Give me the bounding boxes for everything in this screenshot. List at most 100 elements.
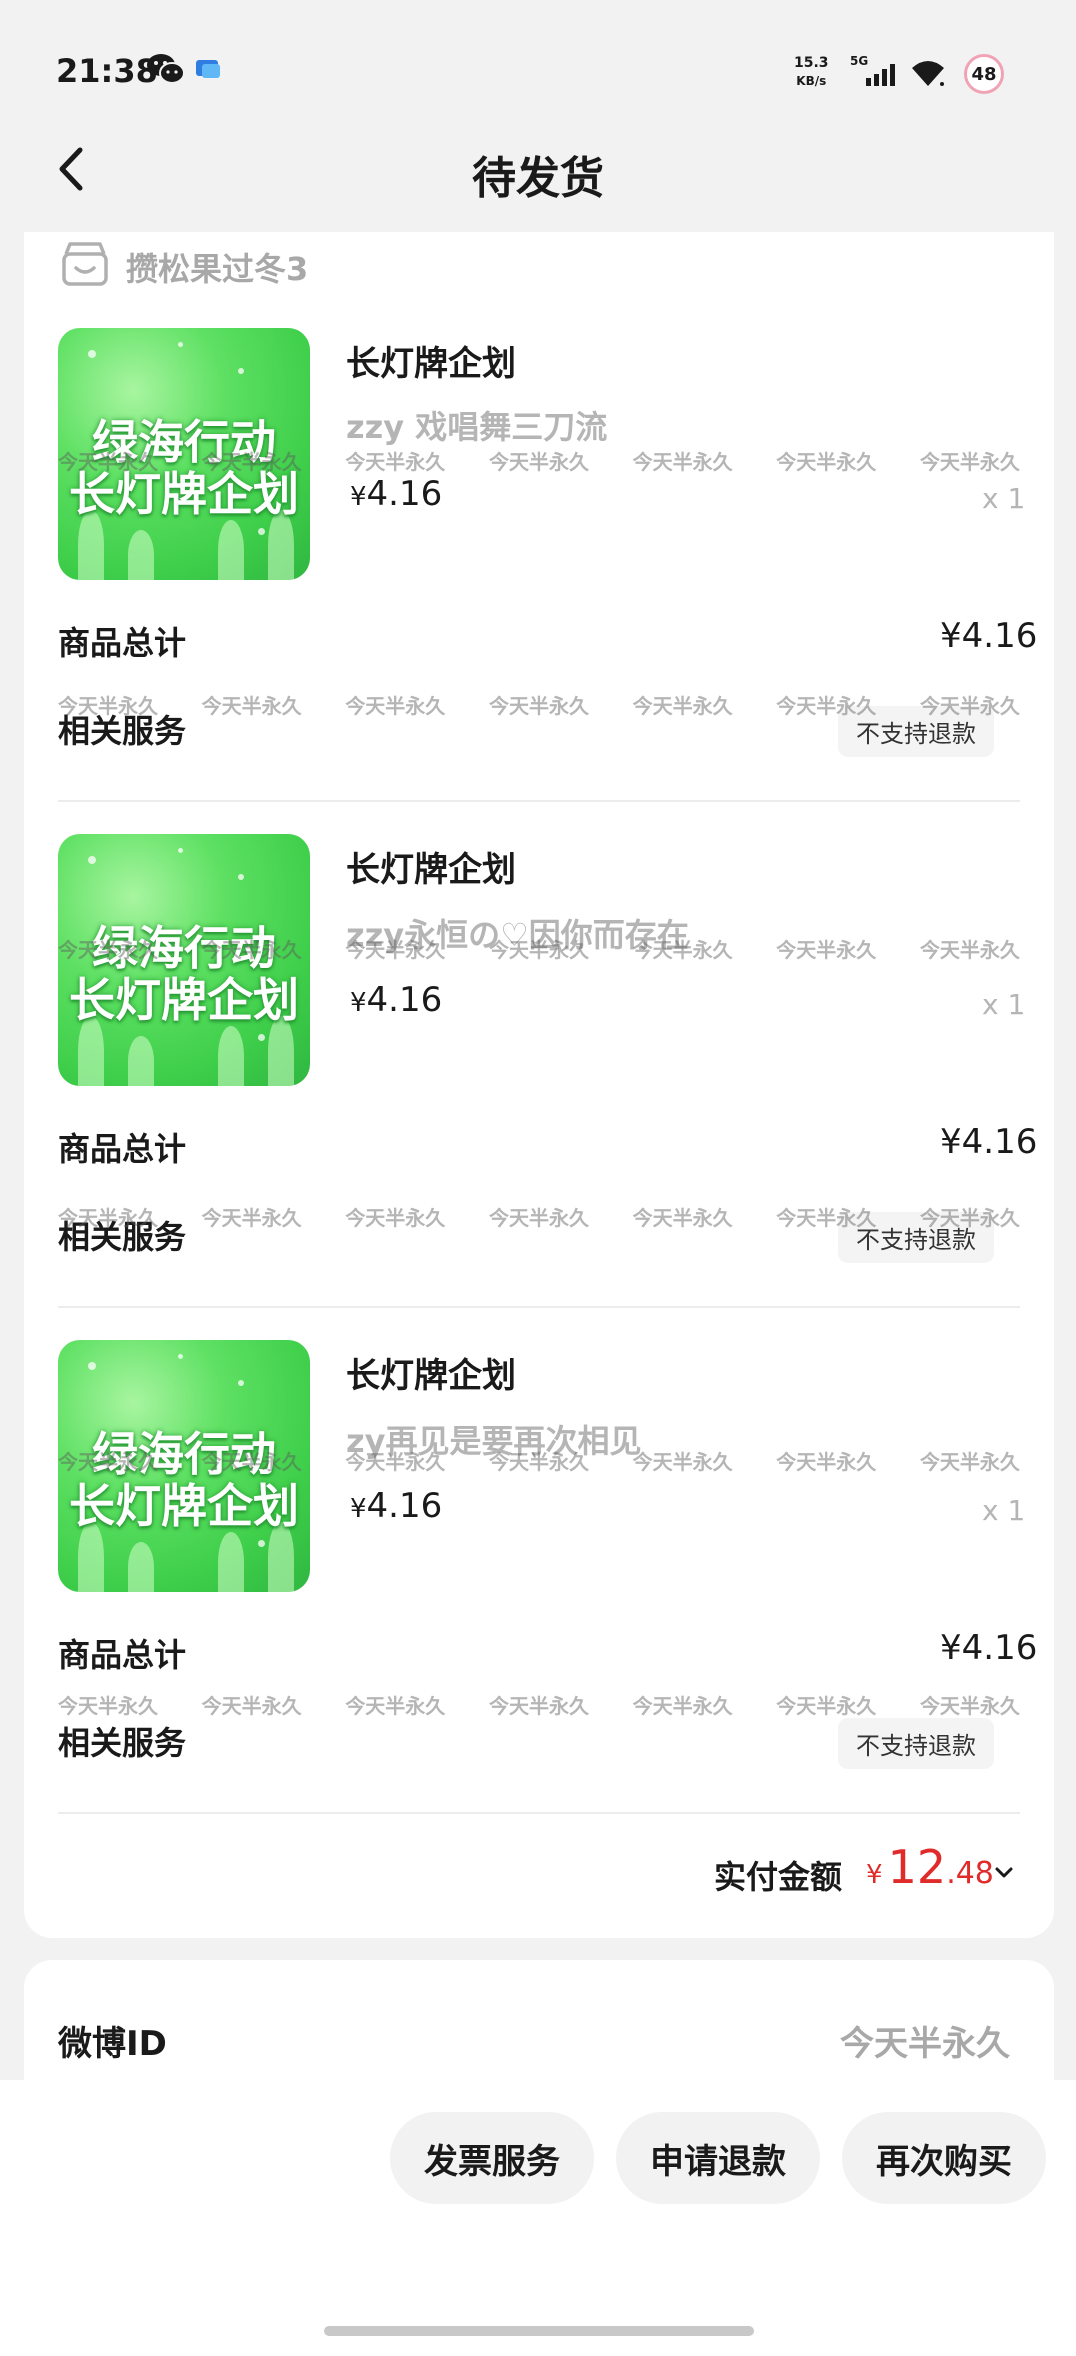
paid-currency: ¥: [866, 1860, 883, 1890]
subtotal-label: 商品总计: [58, 624, 187, 662]
divider: [58, 800, 1020, 802]
product-image-text: 长灯牌企划: [69, 1479, 299, 1533]
wifi-icon: [912, 61, 944, 86]
watermark-text: 今天半永久: [58, 694, 158, 718]
watermark-text: 今天半永久: [776, 1206, 877, 1230]
watermark-text: 今天半永久: [201, 1206, 302, 1230]
watermark-row: 今天半永久 今天半永久 今天半永久 今天半永久 今天半永久 今天半永久 今天半永久: [58, 1202, 1020, 1231]
watermark-text: 今天半永久: [345, 694, 446, 718]
price-symbol: ¥: [350, 1494, 367, 1524]
watermark-text: 今天半永久: [201, 1450, 302, 1474]
subtotal-label: 商品总计: [58, 1636, 187, 1674]
watermark-text: 今天半永久: [632, 1450, 733, 1474]
signal-icon: [866, 64, 895, 86]
network-speed-unit: KB/s: [796, 74, 827, 88]
watermark-text: 今天半永久: [58, 1694, 158, 1718]
watermark-text: 今天半永久: [345, 938, 446, 962]
watermark-text: 今天半永久: [776, 938, 877, 962]
battery-indicator: 48: [964, 54, 1004, 94]
weibo-id-label: 微博ID: [58, 2024, 167, 2064]
home-indicator[interactable]: [324, 2326, 754, 2336]
chevron-down-icon[interactable]: [994, 1866, 1014, 1880]
price-symbol: ¥: [350, 988, 367, 1018]
product-price: ¥4.16: [350, 980, 442, 1020]
product-price: ¥4.16: [350, 474, 442, 514]
watermark-text: 今天半永久: [201, 450, 302, 474]
watermark-text: 今天半永久: [632, 694, 733, 718]
watermark-text: 今天半永久: [488, 694, 589, 718]
watermark-text: 今天半永久: [488, 1450, 589, 1474]
subtotal-amount: ¥4.16: [940, 616, 1038, 656]
watermark-row: 今天半永久 今天半永久 今天半永久 今天半永久 今天半永久 今天半永久 今天半永久: [58, 446, 1020, 475]
watermark-text: 今天半永久: [345, 1450, 446, 1474]
watermark-text: 今天半永久: [488, 938, 589, 962]
paid-integer: 12: [887, 1840, 947, 1894]
watermark-row: 今天半永久 今天半永久 今天半永久 今天半永久 今天半永久 今天半永久 今天半永久: [58, 934, 1020, 963]
price-value: 4.16: [366, 980, 443, 1020]
service-tag: 不支持退款: [838, 1718, 994, 1769]
buy-again-button[interactable]: 再次购买: [842, 2112, 1046, 2204]
watermark-text: 今天半永久: [919, 1450, 1020, 1474]
product-quantity: x 1: [982, 482, 1026, 515]
watermark-text: 今天半永久: [919, 694, 1020, 718]
shop-name[interactable]: 攒松果过冬3: [126, 244, 308, 290]
weibo-id-value: 今天半永久: [840, 2024, 1010, 2064]
apply-refund-button[interactable]: 申请退款: [616, 2112, 820, 2204]
invoice-service-button[interactable]: 发票服务: [390, 2112, 594, 2204]
status-time: 21:38: [56, 52, 158, 90]
watermark-text: 今天半永久: [488, 450, 589, 474]
watermark-text: 今天半永久: [776, 694, 877, 718]
subtotal-amount: ¥4.16: [940, 1122, 1038, 1162]
product-price: ¥4.16: [350, 1486, 442, 1526]
product-title[interactable]: 长灯牌企划: [346, 842, 516, 891]
product-image-text: 长灯牌企划: [69, 973, 299, 1027]
subtotal-amount: ¥4.16: [940, 1628, 1038, 1668]
paid-decimal: .48: [946, 1856, 994, 1891]
watermark-row: 今天半永久 今天半永久 今天半永久 今天半永久 今天半永久 今天半永久 今天半永久: [58, 1446, 1020, 1475]
watermark-text: 今天半永久: [201, 1694, 302, 1718]
message-app-icon: [196, 60, 220, 78]
watermark-text: 今天半永久: [201, 694, 302, 718]
watermark-text: 今天半永久: [776, 1694, 877, 1718]
watermark-text: 今天半永久: [488, 1206, 589, 1230]
product-quantity: x 1: [982, 988, 1026, 1021]
watermark-text: 今天半永久: [58, 450, 158, 474]
store-icon: [62, 242, 108, 286]
product-title[interactable]: 长灯牌企划: [346, 1348, 516, 1397]
watermark-text: 今天半永久: [919, 1206, 1020, 1230]
watermark-text: 今天半永久: [201, 938, 302, 962]
wechat-icon: [147, 54, 185, 84]
watermark-text: 今天半永久: [488, 1694, 589, 1718]
product-title[interactable]: 长灯牌企划: [346, 336, 516, 385]
watermark-text: 今天半永久: [632, 938, 733, 962]
paid-amount-label: 实付金额: [714, 1858, 843, 1896]
watermark-text: 今天半永久: [919, 938, 1020, 962]
price-value: 4.16: [366, 474, 443, 514]
page-title: 待发货: [472, 153, 604, 204]
paid-amount: ¥ 12.48: [866, 1840, 994, 1894]
watermark-text: 今天半永久: [632, 1206, 733, 1230]
watermark-row: 今天半永久 今天半永久 今天半永久 今天半永久 今天半永久 今天半永久 今天半永久: [58, 1690, 1020, 1719]
watermark-text: 今天半永久: [58, 1450, 158, 1474]
network-speed-value: 15.3: [794, 55, 829, 71]
watermark-text: 今天半永久: [632, 450, 733, 474]
watermark-text: 今天半永久: [345, 1694, 446, 1718]
watermark-text: 今天半永久: [776, 1450, 877, 1474]
product-quantity: x 1: [982, 1494, 1026, 1527]
watermark-text: 今天半永久: [632, 1694, 733, 1718]
watermark-text: 今天半永久: [776, 450, 877, 474]
watermark-text: 今天半永久: [58, 938, 158, 962]
service-label: 相关服务: [58, 1724, 187, 1762]
product-sku: zzy 戏唱舞三刀流: [346, 408, 608, 446]
price-symbol: ¥: [350, 482, 367, 512]
watermark-text: 今天半永久: [58, 1206, 158, 1230]
watermark-text: 今天半永久: [919, 450, 1020, 474]
watermark-row: 今天半永久 今天半永久 今天半永久 今天半永久 今天半永久 今天半永久 今天半永久: [58, 690, 1020, 719]
divider: [58, 1812, 1020, 1814]
network-speed: 15.3 KB/s: [794, 54, 829, 90]
price-value: 4.16: [366, 1486, 443, 1526]
subtotal-label: 商品总计: [58, 1130, 187, 1168]
divider: [58, 1306, 1020, 1308]
watermark-text: 今天半永久: [345, 1206, 446, 1230]
watermark-text: 今天半永久: [919, 1694, 1020, 1718]
